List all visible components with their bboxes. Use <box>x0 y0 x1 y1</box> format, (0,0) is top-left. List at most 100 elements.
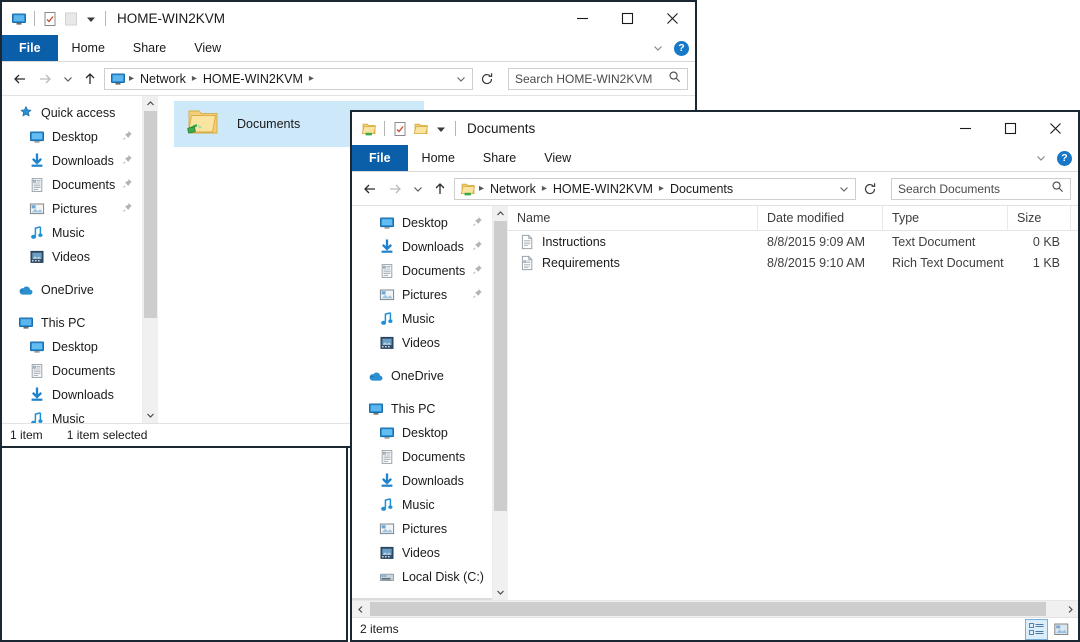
window2-navigation-bar[interactable]: ▸ Network ▸ HOME-WIN2KVM ▸ Documents Sea… <box>352 172 1078 205</box>
window1-nav-scrollbar[interactable] <box>142 96 158 423</box>
sidebar-item-desktop[interactable]: Desktop <box>352 211 492 235</box>
sidebar-item-pictures[interactable]: Pictures <box>2 197 142 221</box>
breadcrumb[interactable]: ▸ Network ▸ HOME-WIN2KVM ▸ <box>126 72 450 86</box>
column-header-name[interactable]: Name ⌃ <box>508 206 758 230</box>
view-mode-buttons[interactable] <box>1025 619 1072 640</box>
address-dropdown-icon[interactable] <box>837 182 851 196</box>
chevron-down-icon[interactable] <box>84 12 98 26</box>
tab-share[interactable]: Share <box>469 145 530 171</box>
window1-address-right[interactable] <box>450 72 468 86</box>
sidebar-item-music[interactable]: Music <box>2 221 142 245</box>
tab-home[interactable]: Home <box>408 145 469 171</box>
sidebar-item-local-disk-c[interactable]: Local Disk (C:) <box>352 565 492 589</box>
tab-view[interactable]: View <box>530 145 585 171</box>
pin-icon[interactable] <box>472 216 483 230</box>
forward-button[interactable] <box>34 67 56 91</box>
help-icon[interactable]: ? <box>1057 150 1072 166</box>
scroll-up-arrow[interactable] <box>143 96 158 111</box>
sidebar-item-downloads[interactable]: Downloads <box>352 469 492 493</box>
properties-icon[interactable] <box>42 11 58 27</box>
horizontal-scrollbar[interactable] <box>352 600 1078 617</box>
file-name-cell[interactable]: Requirements <box>508 255 758 271</box>
sidebar-item-music[interactable]: Music <box>352 307 492 331</box>
window2-titlebar[interactable]: Documents <box>352 112 1078 145</box>
pin-icon[interactable] <box>122 154 133 168</box>
maximize-button[interactable] <box>988 112 1033 145</box>
large-icons-view-button[interactable] <box>1051 620 1072 639</box>
back-button[interactable] <box>359 177 381 201</box>
sidebar-item-downloads[interactable]: Downloads <box>352 235 492 259</box>
window2-caption-buttons[interactable] <box>943 112 1078 145</box>
close-button[interactable] <box>650 2 695 35</box>
sidebar-item-pictures[interactable]: Pictures <box>352 517 492 541</box>
window2-address-right[interactable] <box>833 182 851 196</box>
window2-navigation-pane[interactable]: Desktop Downloads Documents Pictures Music Vi… <box>352 206 492 600</box>
breadcrumb-folder[interactable]: Documents <box>667 182 736 196</box>
help-icon[interactable]: ? <box>674 40 689 56</box>
scroll-up-arrow[interactable] <box>493 206 508 221</box>
pin-icon[interactable] <box>122 130 133 144</box>
tab-home[interactable]: Home <box>58 35 119 61</box>
tab-view[interactable]: View <box>180 35 235 61</box>
window1-navigation-bar[interactable]: ▸ Network ▸ HOME-WIN2KVM ▸ Search HOME-W… <box>2 62 695 95</box>
scroll-thumb[interactable] <box>144 111 157 318</box>
hscroll-thumb[interactable] <box>370 602 1046 616</box>
window2-nav-scrollbar[interactable] <box>492 206 508 600</box>
maximize-button[interactable] <box>605 2 650 35</box>
breadcrumb-network[interactable]: Network <box>487 182 539 196</box>
sidebar-item-downloads[interactable]: Downloads <box>2 383 142 407</box>
recent-locations-button[interactable] <box>409 177 426 201</box>
sidebar-item-desktop[interactable]: Desktop <box>2 335 142 359</box>
column-header-date-modified[interactable]: Date modified <box>758 206 883 230</box>
sidebar-item-pictures[interactable]: Pictures <box>352 283 492 307</box>
folder-icon[interactable] <box>413 121 429 137</box>
column-headers[interactable]: Name ⌃ Date modified Type Size <box>508 206 1078 231</box>
tab-file[interactable]: File <box>352 145 408 171</box>
window1-quick-access-toolbar[interactable] <box>2 2 108 35</box>
sidebar-item-network[interactable]: Network <box>352 598 492 600</box>
sidebar-item-desktop[interactable]: Desktop <box>352 421 492 445</box>
search-icon[interactable] <box>668 70 681 88</box>
hscroll-track[interactable] <box>368 601 1062 617</box>
search-input[interactable]: Search Documents <box>891 177 1071 200</box>
tab-file[interactable]: File <box>2 35 58 61</box>
column-header-type[interactable]: Type <box>883 206 1008 230</box>
sidebar-item-documents[interactable]: Documents <box>352 445 492 469</box>
forward-button[interactable] <box>384 177 406 201</box>
chevron-down-icon[interactable] <box>434 122 448 136</box>
file-list[interactable]: Instructions 8/8/2015 9:09 AM Text Documen… <box>508 231 1078 273</box>
window2-ribbon-right[interactable]: ? <box>1034 145 1072 171</box>
tab-share[interactable]: Share <box>119 35 180 61</box>
pin-icon[interactable] <box>122 178 133 192</box>
explorer-window-documents[interactable]: Documents File Home Share View ? ▸ Netwo… <box>350 110 1080 642</box>
breadcrumb[interactable]: ▸ Network ▸ HOME-WIN2KVM ▸ Documents <box>476 182 833 196</box>
scroll-down-arrow[interactable] <box>493 585 508 600</box>
up-button[interactable] <box>79 67 101 91</box>
sidebar-item-music[interactable]: Music <box>352 493 492 517</box>
sidebar-item-documents[interactable]: Documents <box>2 359 142 383</box>
breadcrumb-host[interactable]: HOME-WIN2KVM <box>200 72 306 86</box>
sidebar-item-documents[interactable]: Documents <box>2 173 142 197</box>
sidebar-item-desktop[interactable]: Desktop <box>2 125 142 149</box>
up-button[interactable] <box>429 177 451 201</box>
hscroll-right-arrow[interactable] <box>1062 601 1078 617</box>
search-input[interactable]: Search HOME-WIN2KVM <box>508 67 688 90</box>
close-button[interactable] <box>1033 112 1078 145</box>
table-row[interactable]: Requirements 8/8/2015 9:10 AM Rich Text Do… <box>508 252 1078 273</box>
pin-icon[interactable] <box>472 264 483 278</box>
sidebar-item-videos[interactable]: Videos <box>352 541 492 565</box>
window1-titlebar[interactable]: HOME-WIN2KVM <box>2 2 695 35</box>
pin-icon[interactable] <box>472 240 483 254</box>
blank-icon[interactable] <box>63 11 79 27</box>
scroll-thumb[interactable] <box>494 221 507 511</box>
window2-ribbon-tabs[interactable]: File Home Share View ? <box>352 145 1078 172</box>
sidebar-item-onedrive[interactable]: OneDrive <box>352 364 492 388</box>
table-row[interactable]: Instructions 8/8/2015 9:09 AM Text Documen… <box>508 231 1078 252</box>
window1-address-bar[interactable]: ▸ Network ▸ HOME-WIN2KVM ▸ <box>104 67 473 90</box>
breadcrumb-host[interactable]: HOME-WIN2KVM <box>550 182 656 196</box>
pin-icon[interactable] <box>122 202 133 216</box>
sidebar-item-documents[interactable]: Documents <box>352 259 492 283</box>
hscroll-left-arrow[interactable] <box>352 601 368 617</box>
address-dropdown-icon[interactable] <box>454 72 468 86</box>
refresh-button[interactable] <box>859 177 881 201</box>
